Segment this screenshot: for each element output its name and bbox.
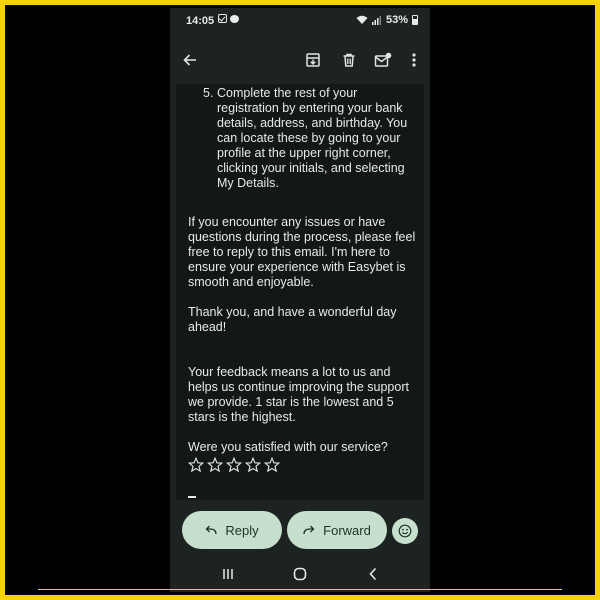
forward-icon — [303, 525, 315, 535]
paragraph-feedback: Your feedback means a lot to us and help… — [188, 365, 409, 424]
email-toolbar — [170, 38, 430, 84]
list-item-number: 5. — [203, 86, 214, 100]
star-outline-icon — [245, 457, 261, 473]
frame-accent-line — [38, 589, 562, 590]
trash-icon — [343, 53, 355, 67]
email-content[interactable]: 5. Complete the rest of your registratio… — [176, 84, 424, 500]
battery-icon — [412, 15, 418, 25]
star-3-button[interactable] — [226, 457, 242, 473]
list-item-text: Complete the rest of your registration b… — [217, 86, 408, 190]
status-time: 14:05 — [186, 15, 215, 27]
delete-button[interactable] — [337, 48, 361, 72]
chevron-left-icon — [369, 567, 377, 581]
signature-separator — [188, 496, 196, 498]
archive-icon — [306, 53, 320, 67]
wifi-icon — [356, 15, 368, 25]
email-body: 5. Complete the rest of your registratio… — [188, 86, 418, 473]
reply-label: Reply — [225, 522, 259, 538]
reply-button[interactable]: Reply — [182, 511, 282, 549]
back-button[interactable] — [178, 48, 202, 72]
smiley-icon — [398, 524, 412, 538]
satisfaction-question: Were you satisfied with our service? — [188, 440, 388, 454]
recent-apps-icon — [223, 569, 233, 579]
more-options-button[interactable] — [402, 48, 426, 72]
battery-percent: 53% — [385, 14, 408, 26]
status-bar: 14:05 53% — [170, 8, 430, 34]
signal-icon — [371, 15, 382, 25]
archive-button[interactable] — [301, 48, 325, 72]
forward-button[interactable]: Forward — [287, 511, 387, 549]
home-button[interactable] — [290, 564, 310, 584]
system-nav-bar — [170, 556, 430, 592]
star-rating — [188, 457, 418, 473]
star-2-button[interactable] — [207, 457, 223, 473]
star-outline-icon — [188, 457, 204, 473]
star-1-button[interactable] — [188, 457, 204, 473]
system-back-button[interactable] — [363, 564, 383, 584]
checkbox-notification-icon — [218, 14, 227, 23]
more-vert-icon — [412, 53, 416, 67]
forward-label: Forward — [323, 522, 371, 538]
star-outline-icon — [226, 457, 242, 473]
back-arrow-icon — [183, 54, 196, 66]
emoji-reaction-button[interactable] — [392, 518, 418, 544]
recent-apps-button[interactable] — [218, 564, 238, 584]
reply-icon — [205, 525, 218, 535]
star-outline-icon — [264, 457, 280, 473]
list-item: 5. Complete the rest of your registratio… — [203, 86, 418, 191]
mark-unread-icon — [374, 52, 392, 67]
star-outline-icon — [207, 457, 223, 473]
paragraph-issues: If you encounter any issues or have ques… — [188, 215, 416, 289]
paragraph-thanks: Thank you, and have a wonderful day ahea… — [188, 305, 397, 334]
home-icon — [293, 567, 307, 581]
mark-unread-button[interactable] — [371, 48, 395, 72]
reply-action-bar: Reply Forward — [170, 500, 430, 560]
phone-screen: 14:05 53% 5. Complete the rest of your r… — [170, 8, 430, 592]
chat-bubble-icon — [230, 15, 239, 23]
star-5-button[interactable] — [264, 457, 280, 473]
star-4-button[interactable] — [245, 457, 261, 473]
